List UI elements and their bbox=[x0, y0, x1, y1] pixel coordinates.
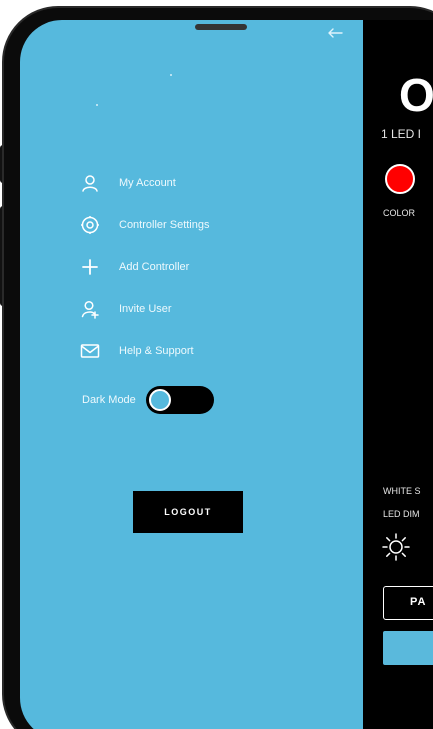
apply-button[interactable] bbox=[383, 631, 433, 665]
menu-item-add-controller[interactable]: Add Controller bbox=[78, 253, 318, 281]
phone-frame: OC 1 LED I COLOR WHITE S LED DIM bbox=[0, 0, 433, 729]
decorative-dot bbox=[96, 104, 98, 106]
led-label: 1 LED I bbox=[381, 127, 422, 141]
dark-mode-row: Dark Mode bbox=[82, 386, 214, 414]
menu-item-label: Invite User bbox=[119, 303, 172, 315]
plus-icon bbox=[78, 255, 102, 279]
dark-mode-label: Dark Mode bbox=[82, 394, 136, 406]
dark-mode-toggle[interactable] bbox=[145, 386, 214, 414]
menu-item-label: My Account bbox=[119, 177, 176, 189]
menu-item-invite-user[interactable]: Invite User bbox=[78, 295, 318, 323]
mail-icon bbox=[78, 339, 102, 363]
menu-item-controller-settings[interactable]: Controller Settings bbox=[78, 211, 318, 239]
color-swatch-red[interactable] bbox=[385, 164, 415, 194]
menu-item-label: Help & Support bbox=[119, 345, 194, 357]
decorative-dot bbox=[170, 74, 172, 76]
white-label: WHITE S bbox=[383, 486, 421, 496]
pattern-button-label: PA bbox=[410, 596, 427, 608]
menu-item-help-support[interactable]: Help & Support bbox=[78, 337, 318, 365]
app-title: OC bbox=[399, 69, 433, 121]
brightness-icon[interactable] bbox=[381, 532, 411, 562]
color-label: COLOR bbox=[383, 208, 416, 218]
menu-item-label: Controller Settings bbox=[119, 219, 210, 231]
navigation-drawer: My Account Controller Settings Add Contr… bbox=[20, 20, 363, 729]
add-user-icon bbox=[78, 297, 102, 321]
toggle-knob bbox=[148, 389, 171, 411]
logout-button[interactable]: LOGOUT bbox=[133, 491, 243, 533]
menu-item-my-account[interactable]: My Account bbox=[78, 169, 318, 197]
pattern-button[interactable]: PA bbox=[383, 586, 433, 620]
user-icon bbox=[78, 171, 102, 195]
speaker-notch bbox=[195, 24, 247, 30]
led-dim-label: LED DIM bbox=[383, 509, 420, 519]
gear-icon bbox=[78, 213, 102, 237]
menu-item-label: Add Controller bbox=[119, 261, 190, 273]
back-arrow-icon[interactable] bbox=[326, 26, 344, 40]
background-app: OC 1 LED I COLOR WHITE S LED DIM bbox=[363, 20, 433, 729]
screen: OC 1 LED I COLOR WHITE S LED DIM bbox=[20, 20, 433, 729]
